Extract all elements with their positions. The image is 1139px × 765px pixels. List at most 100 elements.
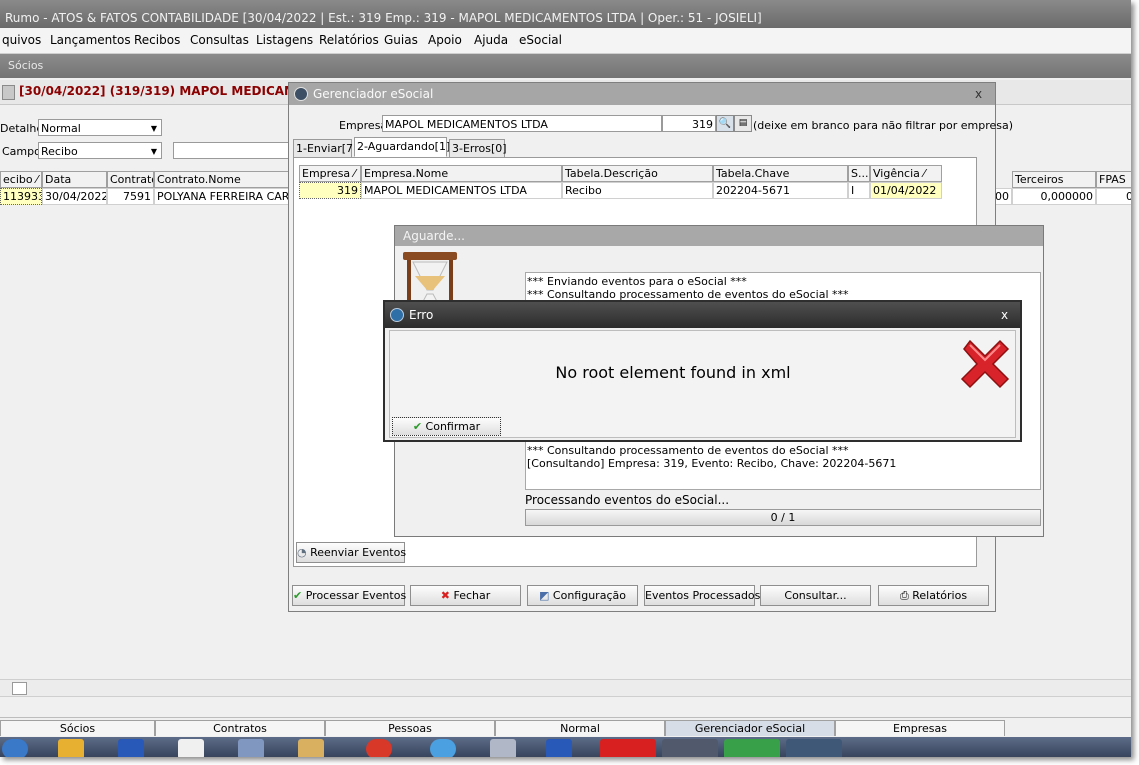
- column-header-tabela-descricao[interactable]: Tabela.Descrição: [562, 165, 713, 182]
- detalhe-label: Detalhe: [0, 122, 44, 135]
- app-icon[interactable]: [724, 739, 780, 757]
- menu-esocial[interactable]: eSocial: [519, 33, 562, 47]
- scroll-thumb[interactable]: [12, 682, 27, 695]
- window-tab-pessoas[interactable]: Pessoas: [325, 720, 495, 736]
- tab-erros[interactable]: 3-Erros[0]: [449, 139, 507, 157]
- menu-guias[interactable]: Guias: [384, 33, 418, 47]
- column-header-fpas[interactable]: FPAS: [1096, 171, 1131, 188]
- column-header-tabela-chave[interactable]: Tabela.Chave: [713, 165, 848, 182]
- calculator-icon[interactable]: [178, 739, 204, 757]
- esocial-tabs: 1-Enviar[7] 2-Aguardando[1] 3-Erros[0]: [293, 137, 977, 159]
- fechar-button[interactable]: ✖ Fechar: [410, 585, 521, 606]
- log-line: [Consultando] Empresa: 319, Evento: Reci…: [527, 457, 897, 470]
- menu-lancamentos[interactable]: Lançamentos: [50, 33, 131, 47]
- window-tab-socios[interactable]: Sócios: [0, 720, 155, 736]
- column-header-situacao[interactable]: S...: [848, 165, 870, 182]
- close-icon[interactable]: x: [1001, 302, 1008, 328]
- app-icon[interactable]: [662, 739, 718, 757]
- processing-status: Processando eventos do eSocial...: [525, 493, 730, 507]
- campo-select[interactable]: Recibo ▼: [38, 142, 162, 159]
- empresa-label: Empresa: [339, 119, 388, 132]
- error-dialog-title: Erro: [409, 308, 434, 322]
- cell-contrato[interactable]: 7591: [107, 188, 154, 205]
- cell-data[interactable]: 30/04/2022: [42, 188, 107, 205]
- app-icon[interactable]: [490, 739, 516, 757]
- card-icon[interactable]: ▤: [734, 115, 752, 132]
- app-icon[interactable]: [118, 739, 144, 757]
- tab-enviar[interactable]: 1-Enviar[7]: [293, 139, 357, 157]
- menu-ajuda[interactable]: Ajuda: [474, 33, 508, 47]
- empresa-filter-hint: (deixe em branco para não filtrar por em…: [753, 119, 1014, 132]
- cell-situacao[interactable]: I: [848, 182, 870, 199]
- cell-empresa-nome[interactable]: MAPOL MEDICAMENTOS LTDA: [361, 182, 562, 199]
- cell-terceiros[interactable]: 0,000000: [1012, 188, 1096, 205]
- window-tab-contratos[interactable]: Contratos: [155, 720, 325, 736]
- chrome-icon[interactable]: [366, 739, 392, 757]
- browser-icon[interactable]: [430, 739, 456, 757]
- window-tab-gerenciador-esocial[interactable]: Gerenciador eSocial: [665, 720, 835, 736]
- app-icon[interactable]: [546, 739, 572, 757]
- confirmar-button[interactable]: ✔ Confirmar: [392, 417, 501, 436]
- menu-arquivos[interactable]: quivos: [2, 33, 41, 47]
- consultar-button[interactable]: Consultar...: [760, 585, 871, 606]
- wait-dialog-title-bar: Aguarde...: [395, 226, 1043, 246]
- horizontal-scrollbar[interactable]: [0, 679, 1131, 697]
- relatorios-button[interactable]: ⎙ Relatórios: [878, 585, 989, 606]
- column-header-data[interactable]: Data: [42, 171, 107, 188]
- app-icon[interactable]: [786, 739, 842, 757]
- cell-tabela-descricao[interactable]: Recibo: [562, 182, 713, 199]
- menu-recibos[interactable]: Recibos: [134, 33, 180, 47]
- tab-aguardando[interactable]: 2-Aguardando[1]: [354, 137, 450, 157]
- cell-contrato-nome[interactable]: POLYANA FERREIRA CARD: [154, 188, 294, 205]
- tab-socios[interactable]: Sócios: [8, 59, 43, 72]
- cell-recibo[interactable]: 113933: [0, 188, 42, 205]
- cell-empresa[interactable]: 319: [299, 182, 361, 199]
- filter-input[interactable]: [173, 142, 289, 159]
- processar-eventos-button[interactable]: ✔ Processar Eventos: [292, 585, 406, 606]
- column-header-contrato[interactable]: Contrato: [107, 171, 154, 188]
- cell-vigencia[interactable]: 01/04/2022: [870, 182, 942, 199]
- search-icon[interactable]: 🔍: [716, 115, 734, 132]
- column-header-contrato-nome[interactable]: Contrato.Nome: [154, 171, 294, 188]
- error-dialog-body: No root element found in xml ✔ Confirmar: [389, 330, 1016, 438]
- inner-window-title: [30/04/2022] (319/319) MAPOL MEDICAMENTO: [19, 84, 333, 98]
- folder-icon[interactable]: [58, 739, 84, 757]
- chevron-down-icon: ▼: [150, 147, 157, 156]
- app-icon[interactable]: [298, 739, 324, 757]
- column-header-vigencia[interactable]: Vigência ⁄: [870, 165, 942, 182]
- app-icon[interactable]: [600, 739, 656, 757]
- window-tab-empresas[interactable]: Empresas: [835, 720, 1005, 736]
- campo-label: Campo: [2, 145, 41, 158]
- progress-text: 0 / 1: [770, 511, 796, 524]
- close-icon[interactable]: x: [975, 83, 982, 105]
- close-x-icon: ✖: [440, 589, 450, 602]
- cell-fpas[interactable]: 0: [1096, 188, 1131, 205]
- detalhe-select[interactable]: Normal ▼: [38, 119, 162, 136]
- log-line: *** Enviando eventos para o eSocial ***: [527, 275, 747, 288]
- column-header-empresa[interactable]: Empresa ⁄: [299, 165, 361, 182]
- start-icon[interactable]: [2, 739, 28, 757]
- menu-apoio[interactable]: Apoio: [428, 33, 462, 47]
- reenviar-eventos-button[interactable]: ◔ Reenviar Eventos: [296, 542, 406, 563]
- app-icon[interactable]: [238, 739, 264, 757]
- menu-relatorios[interactable]: Relatórios: [319, 33, 379, 47]
- menu-consultas[interactable]: Consultas: [190, 33, 249, 47]
- configuracao-button[interactable]: ◩ Configuração: [527, 585, 638, 606]
- cell-tabela-chave[interactable]: 202204-5671: [713, 182, 848, 199]
- wait-dialog-title: Aguarde...: [403, 229, 465, 243]
- column-header-terceiros[interactable]: Terceiros: [1012, 171, 1096, 188]
- printer-icon: ⎙: [899, 589, 909, 602]
- resend-icon: ◔: [297, 546, 307, 559]
- eventos-processados-button[interactable]: Eventos Processados: [644, 585, 760, 606]
- error-message: No root element found in xml: [555, 363, 791, 382]
- settings-icon: ◩: [539, 589, 550, 602]
- window-tab-normal[interactable]: Normal: [495, 720, 665, 736]
- error-dialog: Erro x No root element found in xml ✔ Co…: [383, 300, 1022, 442]
- column-header-empresa-nome[interactable]: Empresa.Nome: [361, 165, 562, 182]
- empresa-name-input[interactable]: MAPOL MEDICAMENTOS LTDA: [382, 115, 662, 132]
- empresa-code-input[interactable]: 319: [662, 115, 716, 132]
- menu-listagens[interactable]: Listagens: [256, 33, 313, 47]
- chevron-down-icon: ▼: [150, 124, 157, 133]
- column-header-recibo[interactable]: ecibo ⁄: [0, 171, 42, 188]
- error-dialog-title-bar: Erro x: [385, 302, 1020, 328]
